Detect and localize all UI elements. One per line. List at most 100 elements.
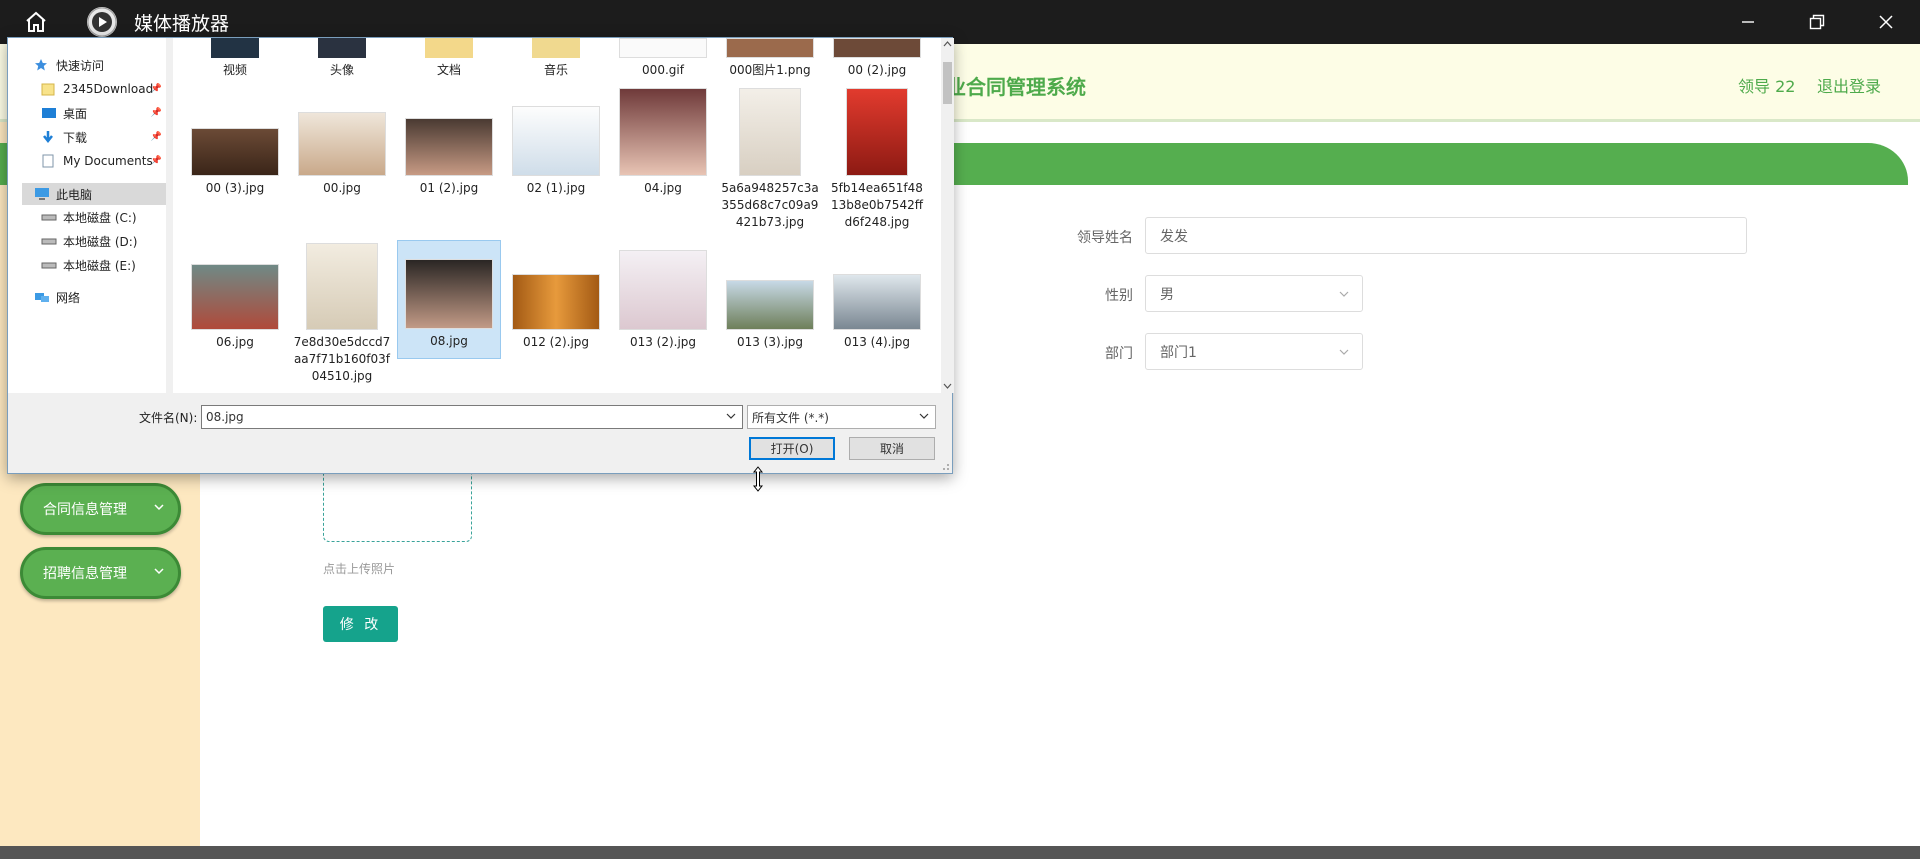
file-label: 01 (2).jpg <box>419 181 479 195</box>
nav-drive-c[interactable]: 本地磁盘 (C:) <box>41 207 137 227</box>
file-item[interactable]: 000图片1.png <box>718 38 822 79</box>
image-thumbnail <box>833 38 921 58</box>
image-thumbnail <box>833 274 921 330</box>
nav-label: 此电脑 <box>56 187 93 202</box>
file-grid: 视频 头像 文档 音乐 000.gif 000图片1.png 00 (2).jp… <box>173 38 941 393</box>
sidebar-item-contract[interactable]: 合同信息管理 <box>20 483 181 535</box>
open-button[interactable]: 打开(O) <box>749 437 835 460</box>
resize-cursor-icon <box>752 466 764 492</box>
file-item[interactable]: 02 (1).jpg <box>504 106 608 197</box>
window-controls <box>1713 0 1920 44</box>
home-icon[interactable] <box>21 7 51 37</box>
dept-select[interactable]: 部门1 <box>1145 333 1363 370</box>
file-label: 头像 <box>329 63 354 77</box>
nav-label: 下载 <box>63 130 88 145</box>
user-name[interactable]: 领导 22 <box>1738 73 1795 97</box>
window-title: 媒体播放器 <box>134 12 230 35</box>
video-folder-icon <box>211 38 259 58</box>
nav-this-pc[interactable]: 此电脑 <box>22 183 166 205</box>
restore-button[interactable] <box>1782 0 1851 44</box>
image-thumbnail <box>619 88 707 176</box>
chevron-down-icon <box>1339 291 1349 297</box>
file-item[interactable]: 头像 <box>290 38 394 79</box>
file-item[interactable]: 5fb14ea651f4813b8e0b7542ffd6f248.jpg <box>825 88 929 231</box>
nav-drive-d[interactable]: 本地磁盘 (D:) <box>41 231 137 251</box>
file-label: 7e8d30e5dccd7aa7f71b160f03f04510.jpg <box>293 335 391 383</box>
cancel-button[interactable]: 取消 <box>849 437 935 460</box>
image-thumbnail <box>298 112 386 176</box>
app-title: 业合同管理系统 <box>946 75 1086 99</box>
file-label: 000图片1.png <box>729 63 811 77</box>
file-type-value: 所有文件 (*.*) <box>752 410 829 425</box>
file-item[interactable]: 文档 <box>397 38 501 79</box>
chevron-down-icon <box>919 413 929 419</box>
file-label: 视频 <box>222 63 247 77</box>
nav-quick-access[interactable]: 快速访问 <box>34 55 104 75</box>
file-item[interactable]: 00 (2).jpg <box>825 38 929 79</box>
file-label: 音乐 <box>543 63 568 77</box>
nav-network[interactable]: 网络 <box>34 287 80 307</box>
gender-select-value: 男 <box>1160 286 1174 303</box>
nav-drive-e[interactable]: 本地磁盘 (E:) <box>41 255 136 275</box>
file-grid-scrollbar[interactable] <box>941 38 954 393</box>
file-item[interactable]: 000.gif <box>611 38 715 79</box>
nav-label: 本地磁盘 (C:) <box>63 210 137 225</box>
chevron-down-icon[interactable] <box>726 411 736 421</box>
file-item[interactable]: 013 (3).jpg <box>718 280 822 351</box>
sidebar-item-label: 招聘信息管理 <box>43 566 127 582</box>
scrollbar-thumb[interactable] <box>943 62 952 104</box>
file-type-select[interactable]: 所有文件 (*.*) <box>747 405 936 429</box>
file-label: 012 (2).jpg <box>522 335 590 349</box>
file-item[interactable]: 013 (2).jpg <box>611 250 715 351</box>
chevron-up-icon[interactable] <box>943 40 952 48</box>
nav-item-my-documents[interactable]: My Documents 📌 <box>41 151 166 171</box>
modify-button[interactable]: 修 改 <box>323 606 398 642</box>
file-label: 5fb14ea651f4813b8e0b7542ffd6f248.jpg <box>831 181 923 229</box>
filename-input[interactable]: 08.jpg <box>201 405 743 429</box>
gender-select[interactable]: 男 <box>1145 275 1363 312</box>
nav-item-desktop[interactable]: 桌面 📌 <box>41 103 166 123</box>
folder-icon <box>532 38 580 58</box>
file-label: 08.jpg <box>430 334 468 348</box>
file-label: 00.jpg <box>323 181 361 195</box>
file-item[interactable]: 04.jpg <box>611 88 715 197</box>
image-thumbnail <box>726 280 814 330</box>
file-item[interactable]: 7e8d30e5dccd7aa7f71b160f03f04510.jpg <box>290 243 394 385</box>
download-icon <box>43 131 53 144</box>
sidebar-item-recruit[interactable]: 招聘信息管理 <box>20 547 181 599</box>
file-item[interactable]: 012 (2).jpg <box>504 274 608 351</box>
file-item[interactable]: 06.jpg <box>183 264 287 351</box>
file-item[interactable]: 5a6a948257c3a355d68c7c09a9421b73.jpg <box>718 88 822 231</box>
pin-icon: 📌 <box>150 132 162 142</box>
chevron-down-icon[interactable] <box>943 382 952 390</box>
logout-link[interactable]: 退出登录 <box>1817 73 1881 97</box>
dept-label: 部门 <box>1105 346 1133 362</box>
file-item[interactable]: 00.jpg <box>290 112 394 197</box>
chevron-down-icon <box>154 568 164 575</box>
computer-icon <box>35 188 49 200</box>
network-icon <box>35 293 49 302</box>
close-button[interactable] <box>1851 0 1920 44</box>
file-item[interactable]: 013 (4).jpg <box>825 274 929 351</box>
name-input[interactable]: 发发 <box>1145 217 1747 254</box>
file-item[interactable]: 00 (3).jpg <box>183 128 287 197</box>
footer-bar <box>200 846 1920 859</box>
file-item-selected[interactable]: 08.jpg <box>397 240 501 359</box>
file-item[interactable]: 01 (2).jpg <box>397 118 501 197</box>
file-item[interactable]: 音乐 <box>504 38 608 79</box>
image-thumbnail <box>191 264 279 330</box>
chevron-down-icon <box>154 504 164 511</box>
nav-item-downloads[interactable]: 下载 📌 <box>41 127 166 147</box>
nav-item-2345download[interactable]: 2345Download 📌 <box>41 79 166 99</box>
name-label: 领导姓名 <box>1077 230 1133 246</box>
file-label: 00 (3).jpg <box>205 181 265 195</box>
desktop-icon <box>42 108 56 118</box>
resize-grip-icon[interactable] <box>942 463 950 471</box>
photo-upload-area[interactable] <box>323 470 472 542</box>
minimize-button[interactable] <box>1713 0 1782 44</box>
file-item[interactable]: 视频 <box>183 38 287 79</box>
file-label: 013 (2).jpg <box>629 335 697 349</box>
file-open-dialog: 快速访问 2345Download 📌 桌面 📌 下载 📌 My Documen… <box>7 37 954 474</box>
file-label: 06.jpg <box>216 335 254 349</box>
nav-label: My Documents <box>63 154 153 168</box>
